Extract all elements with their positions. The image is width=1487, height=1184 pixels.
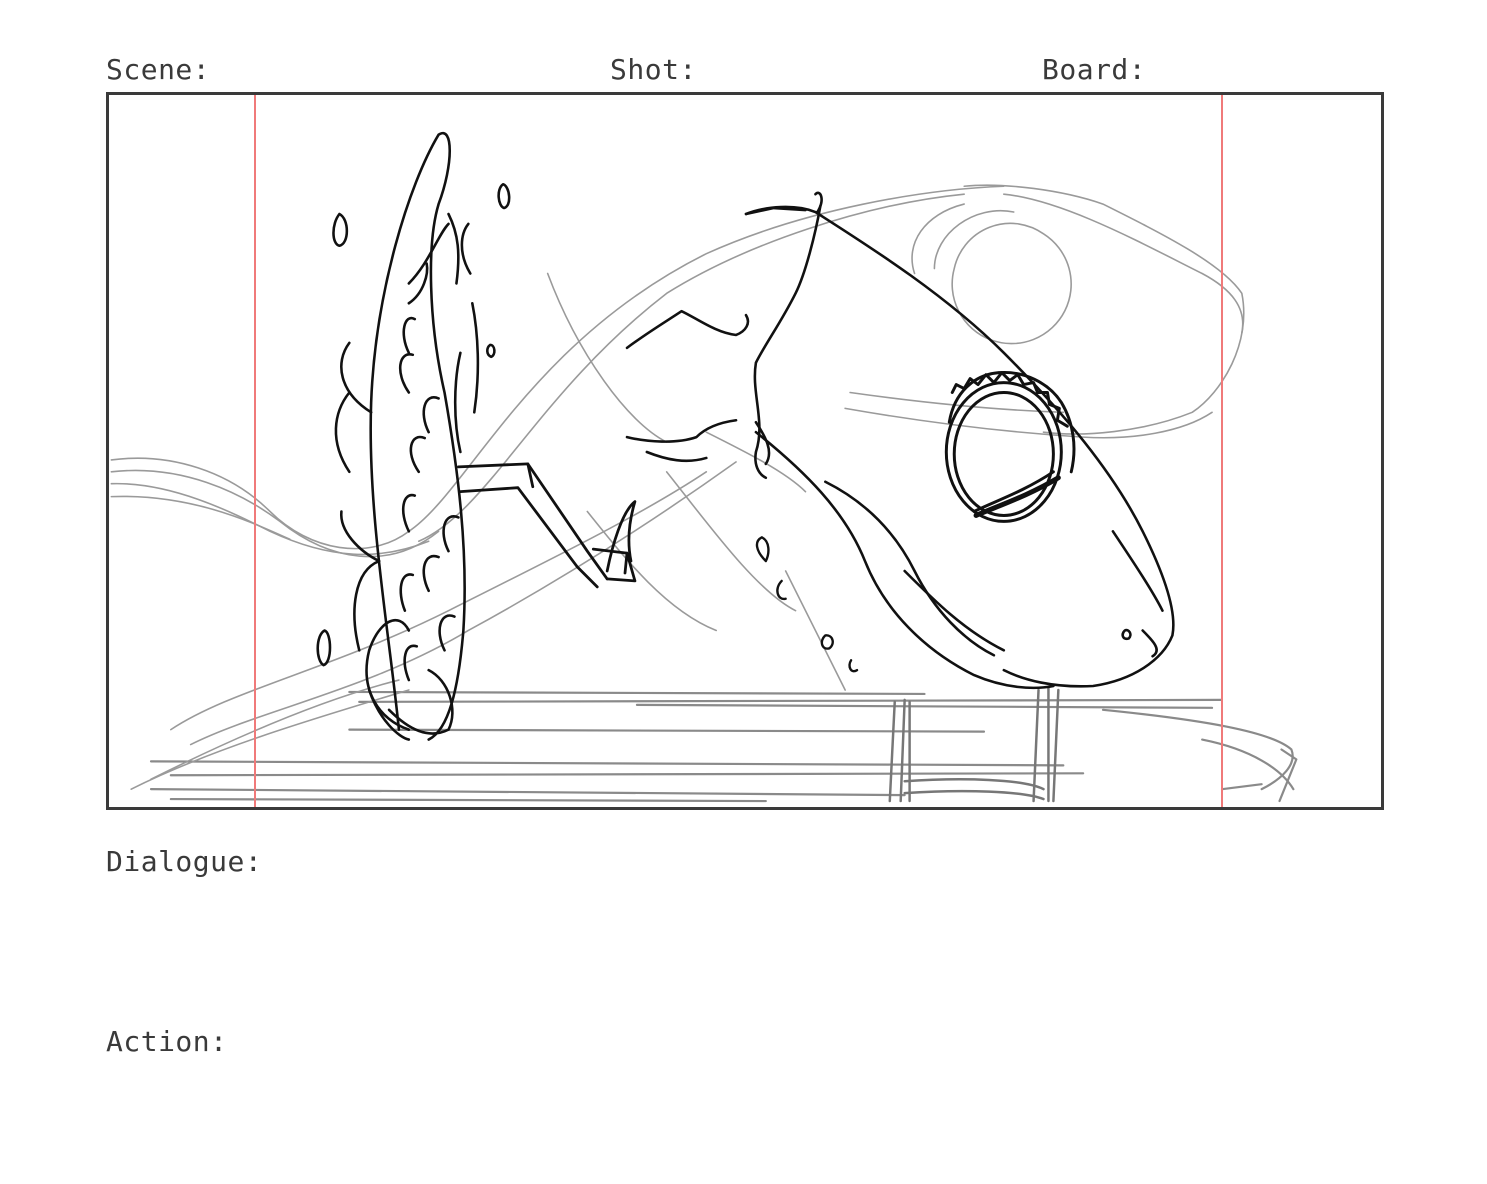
action-label: Action: bbox=[106, 1025, 228, 1058]
shot-label: Shot: bbox=[610, 53, 697, 86]
safe-area-guide-left bbox=[254, 95, 256, 807]
flame-sketch bbox=[316, 131, 511, 741]
eye-sketch bbox=[944, 371, 1076, 523]
skin-details bbox=[755, 536, 859, 673]
board-label: Board: bbox=[1042, 53, 1147, 86]
arm-sketch bbox=[457, 462, 637, 589]
branch-sketch bbox=[149, 690, 1298, 803]
scene-label: Scene: bbox=[106, 53, 211, 86]
chameleon-sketch bbox=[110, 131, 1298, 803]
dialogue-label: Dialogue: bbox=[106, 845, 263, 878]
body-sketch bbox=[110, 184, 1245, 790]
storyboard-panel bbox=[106, 92, 1384, 810]
branch-posts bbox=[888, 686, 1060, 803]
head-sketch bbox=[625, 191, 1175, 690]
safe-area-guide-right bbox=[1221, 95, 1223, 807]
